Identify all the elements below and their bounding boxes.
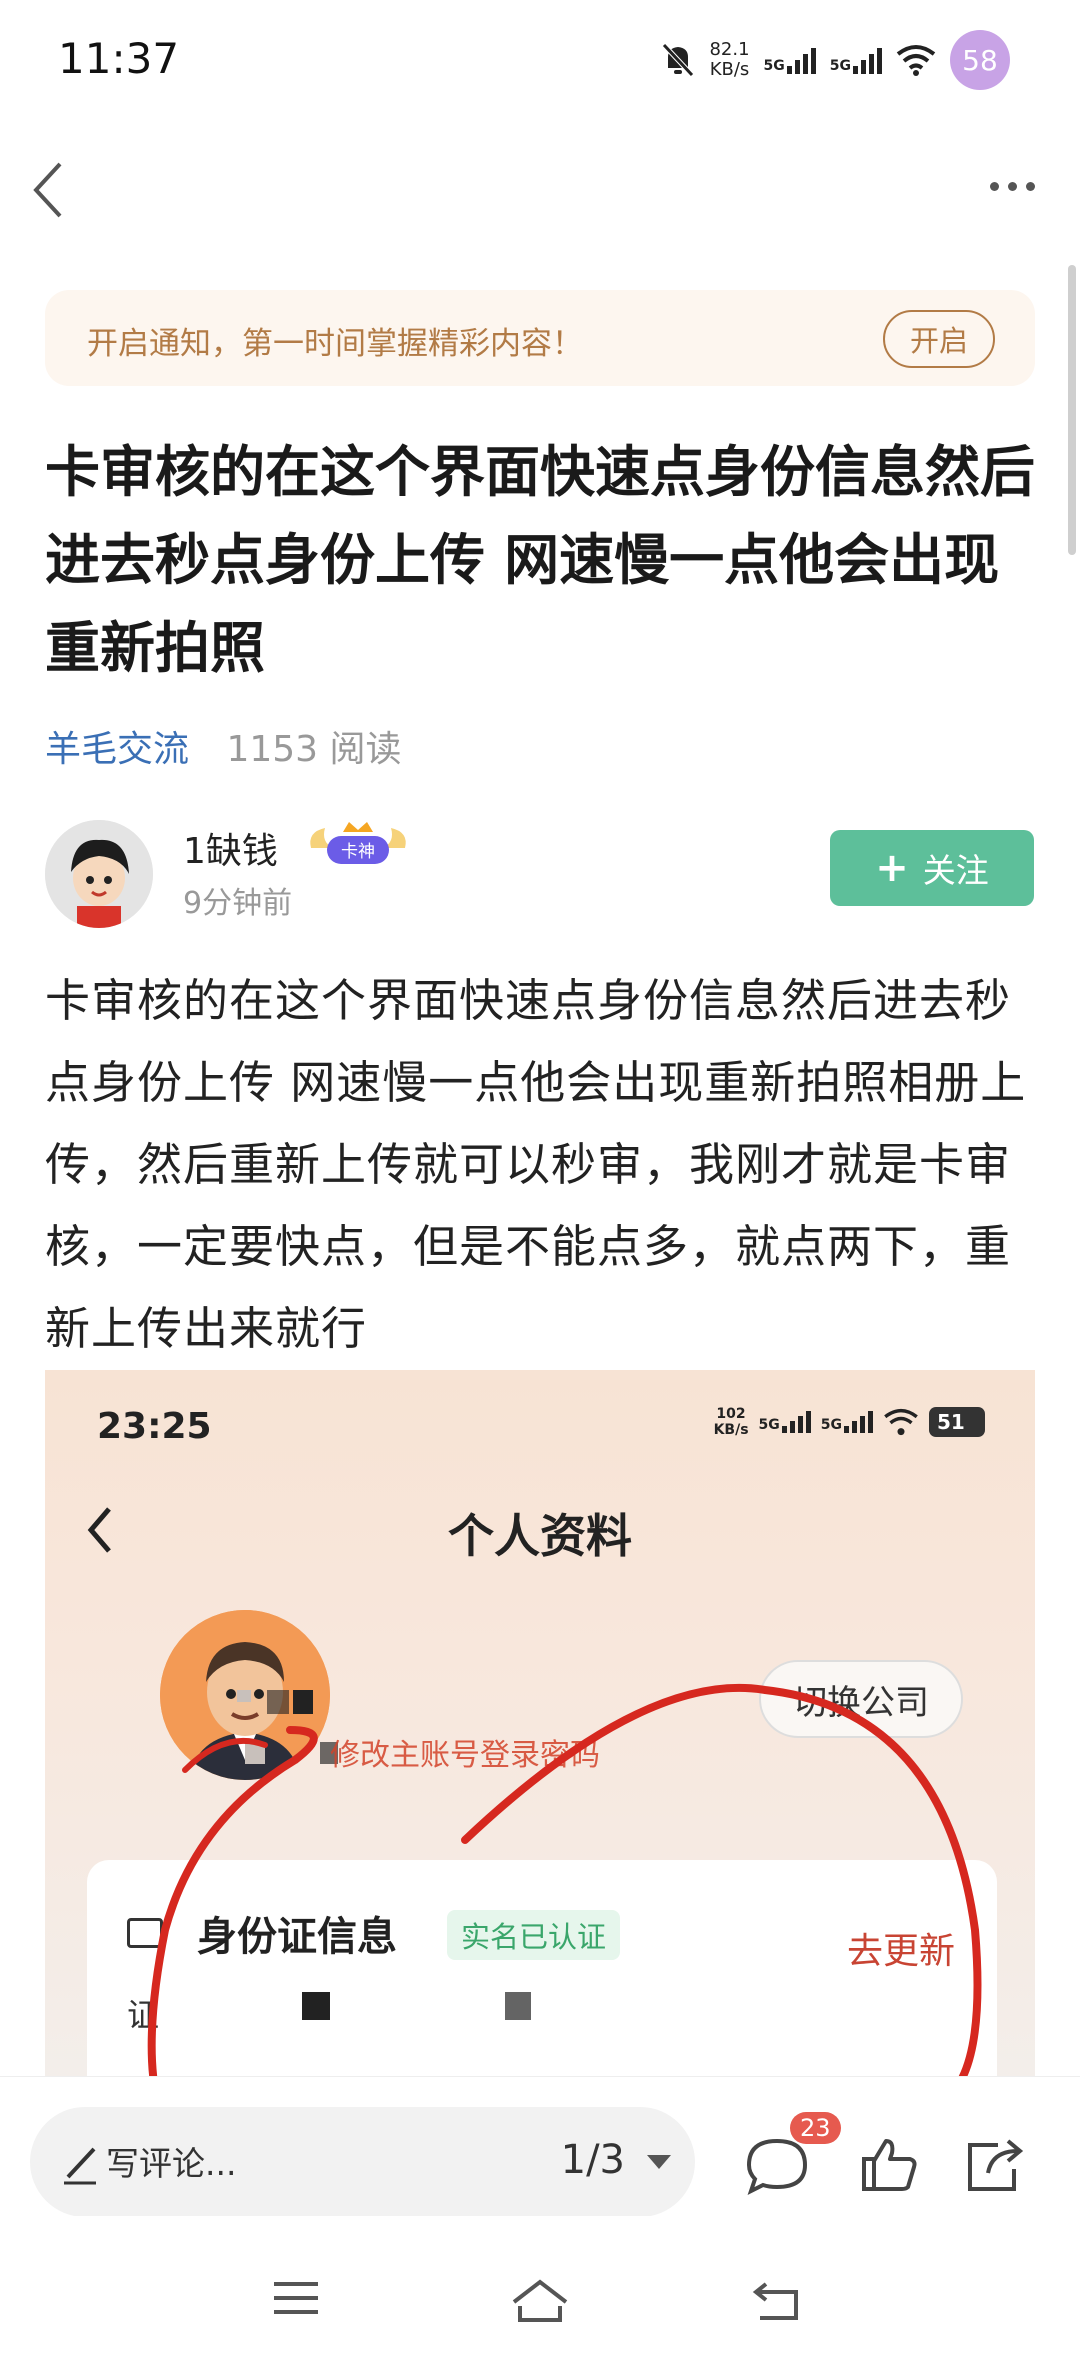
system-back-icon[interactable] bbox=[752, 2278, 802, 2322]
embedded-switch-company-button: 切换公司 bbox=[759, 1660, 963, 1738]
share-icon[interactable] bbox=[962, 2133, 1026, 2197]
comment-count-badge: 23 bbox=[790, 2112, 841, 2144]
post-time: 9分钟前 bbox=[183, 886, 293, 921]
embedded-wifi-icon bbox=[884, 1408, 918, 1436]
wifi-icon bbox=[896, 45, 936, 76]
article-body: 卡审核的在这个界面快速点身份信息然后进去秒点身份上传 网速慢一点他会出现重新拍照… bbox=[45, 974, 1027, 1355]
top-nav bbox=[0, 140, 1080, 230]
embedded-cert-label: 证 bbox=[127, 1996, 160, 2034]
pen-icon bbox=[64, 2147, 96, 2185]
embedded-id-card: 身份证信息 实名已认证 去更新 证 bbox=[87, 1860, 997, 2076]
status-bar: 11:37 82.1 KB/s 5G 5G 58 bbox=[0, 0, 1080, 120]
embedded-update-link: 去更新 bbox=[846, 1931, 955, 1972]
article-image[interactable]: 23:25 102 KB/s 5G 5G 51 个人资料 切换公司 修改主账号登… bbox=[45, 1370, 1035, 2076]
embedded-id-title: 身份证信息 bbox=[197, 1914, 397, 1960]
author-badge: 卡神 bbox=[310, 822, 406, 864]
chevron-down-icon[interactable] bbox=[647, 2155, 671, 2169]
embedded-id-icon bbox=[127, 1918, 163, 1948]
home-icon[interactable] bbox=[510, 2278, 570, 2324]
notification-banner: 开启通知，第一时间掌握精彩内容！ 开启 bbox=[45, 290, 1035, 386]
bottom-action-bar: 写评论... 1/3 23 bbox=[0, 2076, 1080, 2217]
scrollbar[interactable] bbox=[1068, 265, 1076, 555]
page-indicator[interactable]: 1/3 bbox=[561, 2137, 625, 2183]
embedded-time: 23:25 bbox=[97, 1406, 212, 1447]
plus-icon: + bbox=[875, 845, 909, 891]
article-title: 卡审核的在这个界面快速点身份信息然后进去秒点身份上传 网速慢一点他会出现重新拍照 bbox=[45, 440, 1036, 680]
category-link[interactable]: 羊毛交流 bbox=[45, 729, 189, 770]
back-icon[interactable] bbox=[30, 160, 70, 220]
embedded-verified-badge: 实名已认证 bbox=[447, 1910, 621, 1960]
battery-indicator: 58 bbox=[950, 30, 1010, 90]
embedded-battery: 51 bbox=[929, 1407, 985, 1437]
comment-input[interactable]: 写评论... 1/3 bbox=[30, 2107, 695, 2217]
net-speed: 82.1 KB/s bbox=[709, 39, 750, 80]
embedded-signal-sim1-icon: 5G bbox=[759, 1411, 811, 1433]
signal-sim1-icon: 5G bbox=[764, 46, 816, 74]
follow-button[interactable]: + 关注 bbox=[830, 830, 1034, 906]
notification-text: 开启通知，第一时间掌握精彩内容！ bbox=[87, 326, 583, 362]
embedded-status-icons: 102 KB/s 5G 5G 51 bbox=[714, 1406, 985, 1438]
embedded-change-password: 修改主账号登录密码 bbox=[330, 1738, 600, 1773]
status-icons: 82.1 KB/s 5G 5G 58 bbox=[661, 30, 1010, 90]
signal-sim2-icon: 5G bbox=[830, 46, 882, 74]
menu-icon[interactable] bbox=[272, 2278, 320, 2318]
embedded-page-title: 个人资料 bbox=[448, 1509, 632, 1563]
status-time: 11:37 bbox=[58, 34, 180, 83]
svg-text:卡神: 卡神 bbox=[341, 842, 375, 862]
like-icon[interactable] bbox=[858, 2133, 922, 2197]
comment-placeholder: 写评论... bbox=[106, 2144, 237, 2183]
read-count: 1153 阅读 bbox=[226, 729, 402, 770]
enable-notification-button[interactable]: 开启 bbox=[883, 310, 995, 368]
system-navigation-bar bbox=[0, 2216, 1080, 2376]
article-meta: 羊毛交流 1153 阅读 bbox=[45, 720, 402, 772]
author-name[interactable]: 1缺钱 bbox=[183, 822, 278, 874]
avatar[interactable] bbox=[45, 820, 153, 928]
mute-bell-icon bbox=[662, 43, 695, 77]
more-icon[interactable] bbox=[990, 182, 1035, 191]
embedded-signal-sim2-icon: 5G bbox=[821, 1411, 873, 1433]
